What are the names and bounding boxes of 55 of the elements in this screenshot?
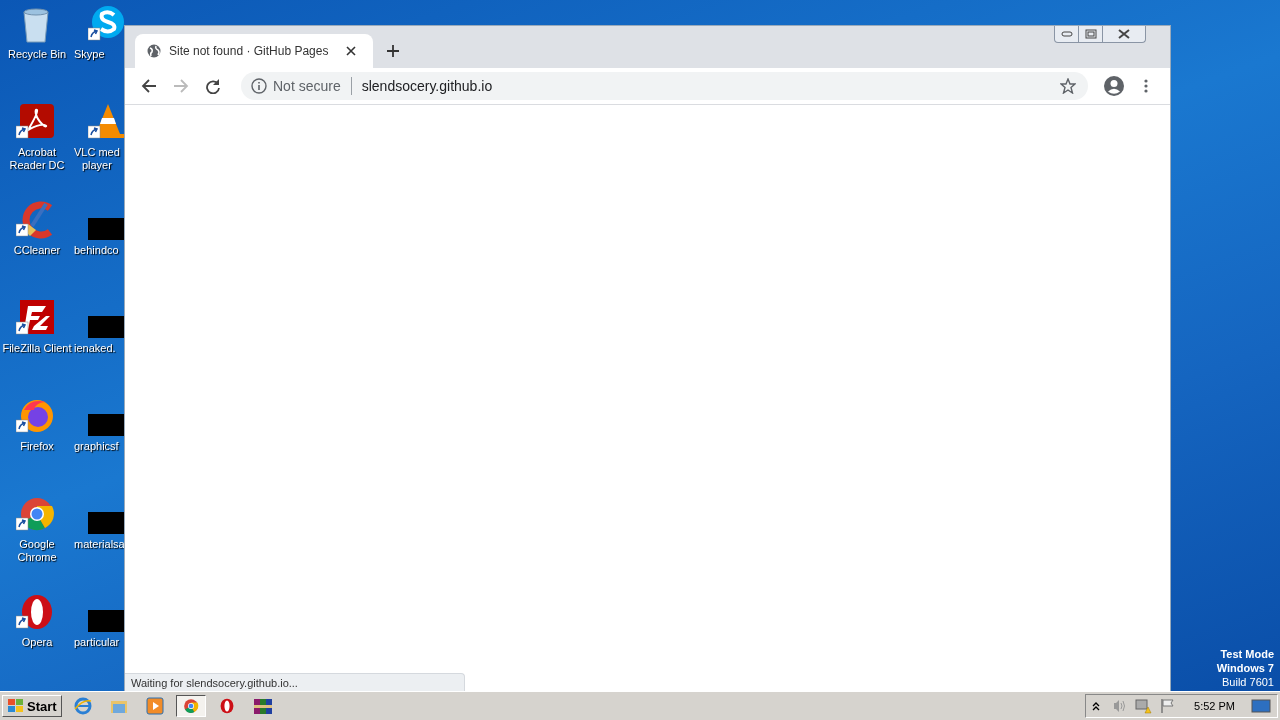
redaction-mark <box>88 414 124 436</box>
redaction-mark <box>88 610 124 632</box>
redaction-mark <box>88 218 124 240</box>
browser-e-icon <box>73 697 92 715</box>
vlc-icon[interactable] <box>88 102 124 142</box>
desktop-icon-label: Skype <box>74 48 105 61</box>
star-icon <box>1060 78 1076 94</box>
os-notice-text: Build 7601 <box>1222 675 1274 689</box>
desktop-icon-label: ienaked. <box>74 342 116 355</box>
close-icon <box>346 46 356 56</box>
person-icon <box>1104 76 1124 96</box>
address-bar[interactable]: Not secure slendsocery.github.io <box>241 72 1088 100</box>
clock-text[interactable]: 5:52 PM <box>1194 700 1235 712</box>
desktop-icon-label: materialsa <box>74 538 124 551</box>
menu-icon <box>1144 78 1148 94</box>
chevron-up-icon[interactable] <box>1092 701 1101 711</box>
windows-logo-icon <box>7 698 25 714</box>
os-notice-text: Windows 7 <box>1216 661 1274 675</box>
desktop-icon-label: particular <box>74 636 120 649</box>
desktop-icon-label: Firefox <box>20 440 54 453</box>
info-icon <box>251 78 267 94</box>
show-desktop-icon[interactable] <box>1251 698 1271 714</box>
play-icon <box>145 697 164 715</box>
close-icon <box>1118 29 1130 39</box>
desktop-icon-label: Google Chrome <box>16 538 58 564</box>
desktop-icon-label: behindco <box>74 244 119 257</box>
desktop-icon-label: Acrobat Reader DC <box>8 146 66 172</box>
security-label: Not secure <box>273 78 341 94</box>
flag-icon[interactable] <box>1160 698 1177 714</box>
chrome-icon <box>181 697 200 715</box>
profile-button[interactable] <box>1102 74 1126 98</box>
maximize-icon <box>1084 29 1097 39</box>
archive-books-icon <box>252 697 273 715</box>
arrow-left-icon <box>141 78 157 94</box>
redaction-mark <box>88 316 124 338</box>
desktop-icon-label: CCleaner <box>13 244 61 257</box>
desktop-icon-label: Opera <box>21 636 53 649</box>
desktop-icon-label: graphicsf <box>74 440 119 453</box>
redaction-mark <box>88 512 124 534</box>
start-button[interactable]: Start <box>2 695 62 717</box>
os-notice-text: Test Mode <box>1220 647 1274 661</box>
url-text: slendsocery.github.io <box>361 78 494 94</box>
status-bubble: Waiting for slendsocery.github.io... <box>125 673 465 691</box>
chrome-taskbar-button[interactable] <box>175 695 206 717</box>
skype-icon[interactable] <box>88 4 124 44</box>
plus-icon <box>386 44 400 58</box>
tab-title: Site not found · GitHub Pages <box>169 44 330 58</box>
arrow-right-icon <box>173 78 189 94</box>
desktop-icon-label: VLC med player <box>74 146 120 172</box>
browser-tab[interactable]: Site not found · GitHub Pages <box>135 34 373 68</box>
desktop-icon-label: Recycle Bin <box>7 48 67 61</box>
globe-icon <box>147 44 161 58</box>
desktop-icon-label: FileZilla Client <box>2 342 72 355</box>
reload-icon <box>205 78 221 94</box>
minimize-icon <box>1060 31 1073 37</box>
